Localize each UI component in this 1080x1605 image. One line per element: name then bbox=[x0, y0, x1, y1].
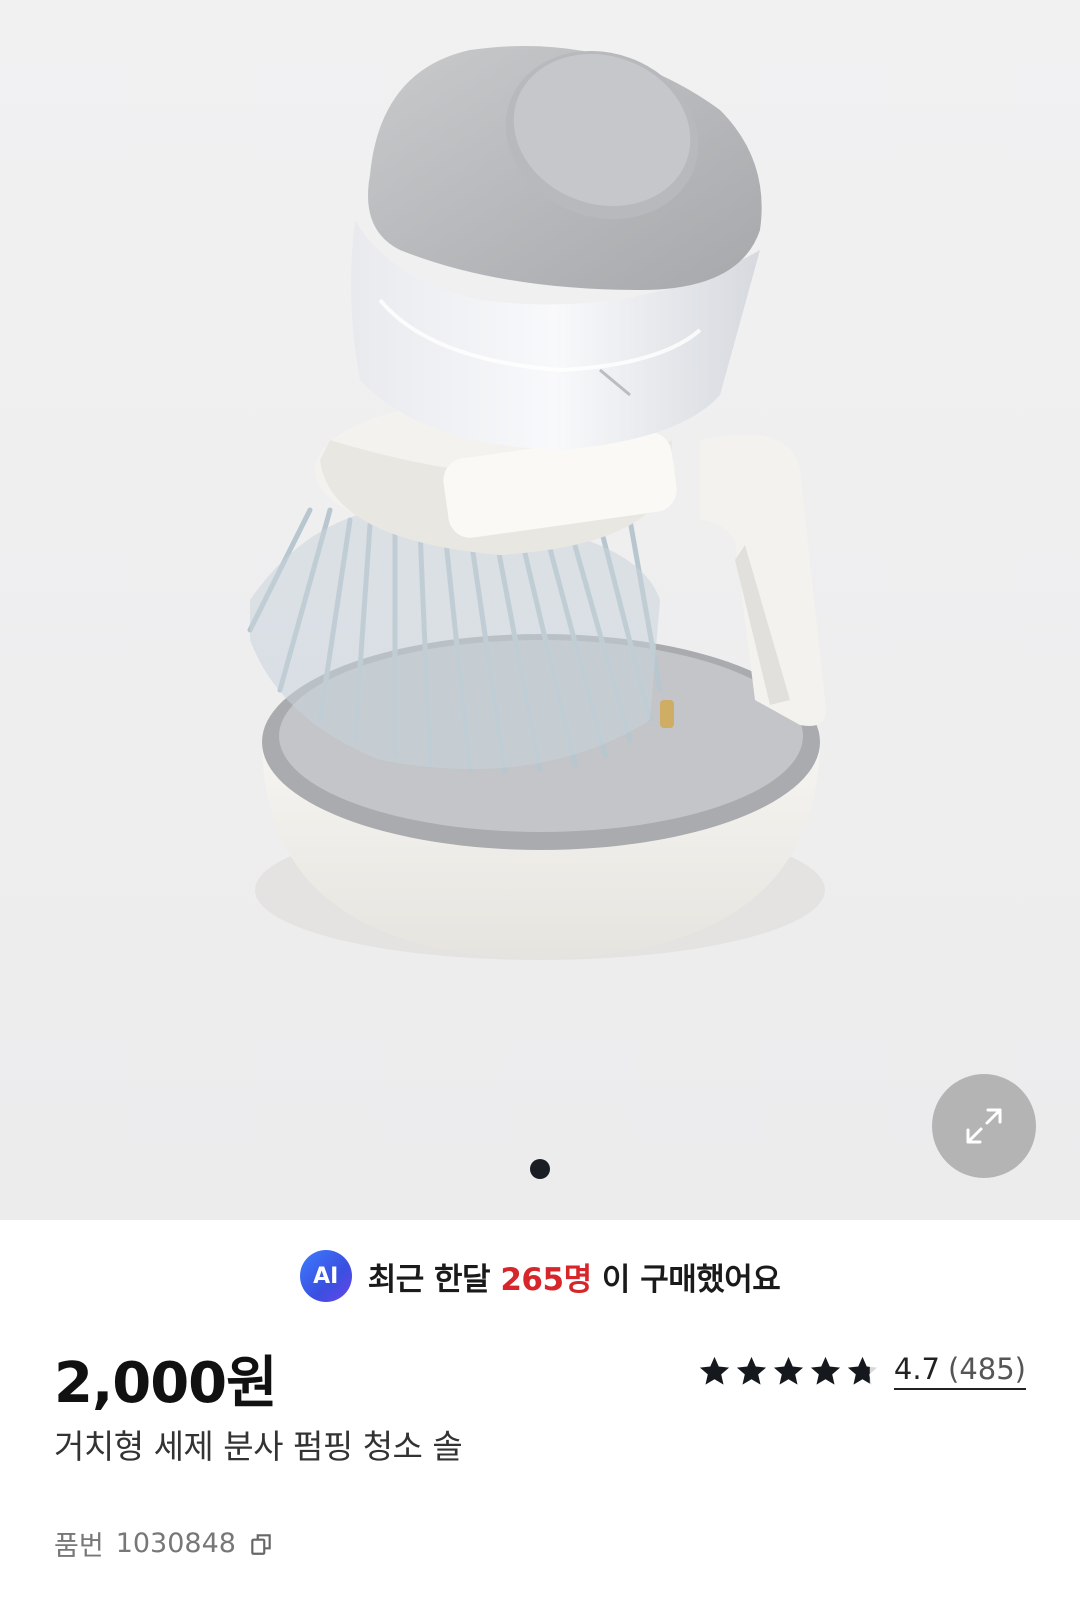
product-title: 거치형 세제 분사 펌핑 청소 솔 bbox=[54, 1427, 463, 1466]
star-icon bbox=[773, 1356, 803, 1385]
sku-label: 품번 bbox=[54, 1531, 104, 1562]
ai-purchase-text: 최근 한달 265명 이 구매했어요 bbox=[367, 1261, 781, 1298]
product-image bbox=[247, 46, 826, 960]
product-price: 2,000원 bbox=[54, 1351, 278, 1416]
rating-value-link[interactable]: 4.7 (485) bbox=[893, 1352, 1026, 1390]
star-icon bbox=[736, 1356, 766, 1385]
rating-value: 4.7 bbox=[893, 1352, 941, 1386]
star-icon bbox=[699, 1356, 729, 1385]
expand-arrows-icon bbox=[966, 1108, 1002, 1144]
star-partial-icon bbox=[847, 1356, 877, 1385]
product-sku: 품번 1030848 bbox=[54, 1524, 274, 1563]
product-gallery[interactable] bbox=[0, 0, 1080, 1220]
purchase-count: 265명 bbox=[500, 1261, 592, 1298]
ai-purchase-banner: AI 최근 한달 265명 이 구매했어요 bbox=[0, 1248, 1080, 1304]
rating-stars bbox=[697, 1354, 880, 1389]
rating-summary[interactable]: 4.7 (485) bbox=[697, 1352, 1026, 1390]
star-icon bbox=[810, 1356, 840, 1385]
review-count: (485) bbox=[948, 1352, 1026, 1386]
sku-value: 1030848 bbox=[115, 1528, 236, 1559]
carousel-dot-active[interactable] bbox=[530, 1159, 550, 1179]
ai-badge-icon: AI bbox=[299, 1250, 352, 1302]
copy-icon[interactable] bbox=[248, 1531, 274, 1557]
carousel-dots bbox=[0, 1159, 1080, 1179]
